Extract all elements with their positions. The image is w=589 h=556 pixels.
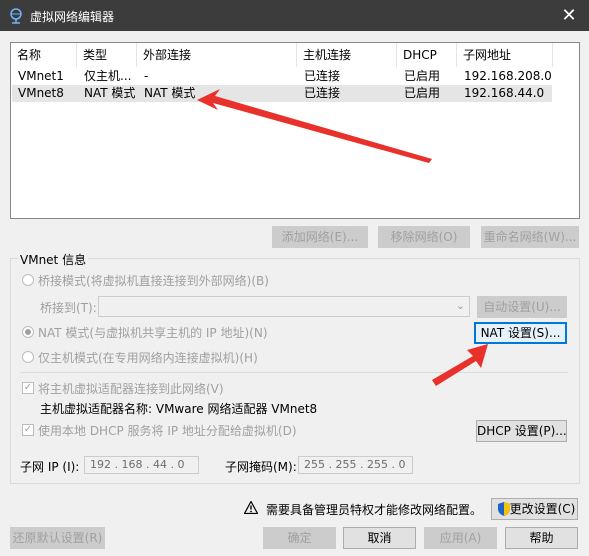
cell-name: VMnet1 — [18, 69, 64, 83]
local-dhcp-label: 使用本地 DHCP 服务将 IP 地址分配给虚拟机(D) — [38, 424, 297, 438]
cell-subnet: 192.168.44.0 — [464, 86, 545, 100]
subnet-ip-input[interactable]: 192 . 168 . 44 . 0 — [84, 456, 199, 474]
chevron-down-icon: ⌄ — [455, 299, 465, 312]
vmnet-info-label: VMnet 信息 — [18, 251, 89, 268]
adapter-name-label: 主机虚拟适配器名称: VMware 网络适配器 VMnet8 — [40, 402, 318, 416]
dhcp-settings-button[interactable]: DHCP 设置(P)... — [476, 420, 567, 442]
separator — [20, 372, 568, 373]
cell-name: VMnet8 — [18, 86, 64, 100]
cell-dhcp: 已启用 — [404, 86, 441, 100]
vmnet-info-group — [10, 258, 580, 484]
column-header-name[interactable]: 名称 — [11, 43, 77, 67]
cell-host: 已连接 — [304, 69, 341, 83]
column-header-dhcp[interactable]: DHCP — [397, 43, 457, 67]
restore-defaults-button[interactable]: 还原默认设置(R) — [10, 527, 105, 549]
bridge-to-select[interactable]: ⌄ — [98, 296, 470, 317]
cell-type: NAT 模式 — [84, 86, 136, 100]
bridged-mode-radio[interactable] — [22, 274, 34, 286]
cell-subnet: 192.168.208.0 — [464, 69, 552, 83]
help-button[interactable]: 帮助 — [505, 527, 578, 549]
column-header-type[interactable]: 类型 — [77, 43, 137, 67]
list-row-vmnet8[interactable]: VMnet8 NAT 模式 NAT 模式 已连接 已启用 192.168.44.… — [12, 85, 552, 102]
warning-icon — [244, 501, 258, 514]
host-only-radio[interactable] — [22, 351, 34, 363]
bridge-to-label: 桥接到(T): — [40, 301, 97, 315]
add-network-button[interactable]: 添加网络(E)... — [272, 226, 368, 248]
connect-adapter-checkbox[interactable]: ✓ — [22, 382, 34, 394]
admin-notice: 需要具备管理员特权才能修改网络配置。 — [266, 503, 483, 517]
cell-dhcp: 已启用 — [404, 69, 441, 83]
title-bar: 虚拟网络编辑器 ✕ — [0, 0, 589, 31]
rename-network-button[interactable]: 重命名网络(W)... — [481, 226, 579, 248]
network-globe-icon — [10, 8, 22, 24]
cell-type: 仅主机... — [84, 69, 132, 83]
nat-mode-radio[interactable] — [22, 326, 34, 338]
window-title: 虚拟网络编辑器 — [30, 10, 115, 24]
remove-network-button[interactable]: 移除网络(O) — [378, 226, 470, 248]
change-settings-button[interactable]: 更改设置(C) — [491, 498, 578, 520]
bridged-mode-label: 桥接模式(将虚拟机直接连接到外部网络)(B) — [38, 274, 269, 288]
subnet-ip-label: 子网 IP (I): — [20, 460, 80, 474]
host-only-label: 仅主机模式(在专用网络内连接虚拟机)(H) — [38, 351, 258, 365]
column-header-subnet[interactable]: 子网地址 — [457, 43, 553, 67]
change-settings-label: 更改设置(C) — [509, 502, 576, 516]
network-list[interactable]: 名称 类型 外部连接 主机连接 DHCP 子网地址 VMnet1 仅主机... … — [10, 42, 580, 219]
uac-shield-icon — [498, 502, 510, 516]
nat-mode-label: NAT 模式(与虚拟机共享主机的 IP 地址)(N) — [38, 326, 268, 340]
subnet-mask-label: 子网掩码(M): — [225, 460, 297, 474]
connect-adapter-label: 将主机虚拟适配器连接到此网络(V) — [38, 382, 224, 396]
ok-button[interactable]: 确定 — [263, 527, 336, 549]
column-header-host[interactable]: 主机连接 — [297, 43, 397, 67]
cell-external: NAT 模式 — [144, 86, 196, 100]
column-header-external[interactable]: 外部连接 — [137, 43, 297, 67]
subnet-mask-input[interactable]: 255 . 255 . 255 . 0 — [298, 456, 413, 474]
cancel-button[interactable]: 取消 — [343, 527, 416, 549]
local-dhcp-checkbox[interactable]: ✓ — [22, 424, 34, 436]
auto-settings-button[interactable]: 自动设置(U)... — [477, 296, 567, 318]
nat-settings-button[interactable]: NAT 设置(S)... — [474, 322, 567, 344]
list-row-vmnet1[interactable]: VMnet1 仅主机... - 已连接 已启用 192.168.208.0 — [12, 68, 552, 85]
cell-external: - — [144, 69, 149, 83]
close-button[interactable]: ✕ — [549, 0, 589, 31]
cell-host: 已连接 — [304, 86, 341, 100]
apply-button[interactable]: 应用(A) — [424, 527, 497, 549]
